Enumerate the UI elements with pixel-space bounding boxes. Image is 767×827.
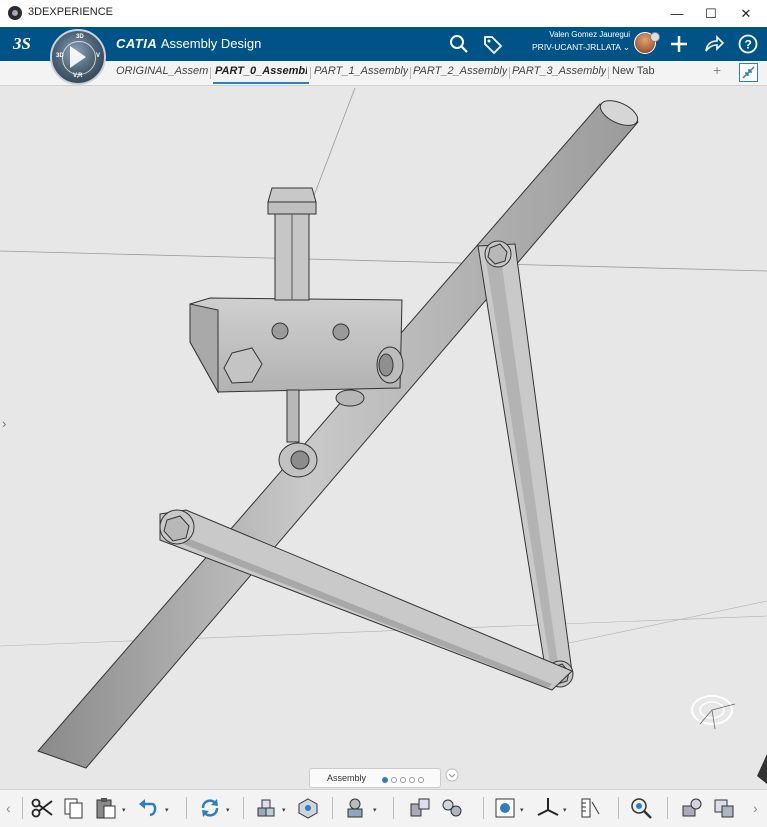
user-name: Valen Gomez Jauregui [549, 30, 630, 39]
toolbar-divider [393, 797, 394, 819]
compass-bottom-label: V,R [73, 73, 83, 79]
tab-divider [509, 67, 510, 79]
undo-icon[interactable] [136, 796, 160, 820]
clash-icon[interactable] [440, 796, 464, 820]
toolbar-divider [243, 797, 244, 819]
pagination-dot[interactable] [391, 777, 397, 783]
plane-line [0, 250, 767, 272]
toolbar-divider [667, 797, 668, 819]
3d-model-scene[interactable] [0, 86, 767, 789]
compass-axis-icon[interactable] [536, 796, 560, 820]
app-name: Assembly Design [160, 36, 262, 51]
compass-top-label: 3D [76, 34, 84, 40]
share-icon[interactable] [703, 33, 725, 55]
svg-text:?: ? [745, 38, 752, 52]
pagination-dot-active[interactable] [382, 777, 388, 783]
compass-left-label: 3D [56, 53, 64, 59]
close-button[interactable]: ✕ [731, 0, 761, 27]
top-bar: 3S CATIA Assembly Design Valen Gomez Jau… [0, 27, 767, 61]
tab-bar: ORIGINAL_Assemb PART_0_Assembly PART_1_A… [0, 61, 767, 86]
manage-icon[interactable] [712, 796, 736, 820]
insert-product-icon[interactable] [254, 796, 278, 820]
tag-icon[interactable] [482, 33, 504, 55]
minimize-button[interactable]: — [662, 0, 692, 27]
measure-icon[interactable] [578, 796, 602, 820]
action-bar-pagination[interactable] [382, 775, 427, 785]
pagination-dot[interactable] [418, 777, 424, 783]
undo-dropdown-icon[interactable]: ▾ [165, 806, 169, 814]
section-dropdown-icon[interactable]: ▾ [520, 806, 524, 814]
cut-icon[interactable] [30, 796, 54, 820]
app-brand: CATIA [116, 36, 158, 51]
app-title: CATIA Assembly Design [116, 36, 261, 51]
help-icon[interactable]: ? [737, 33, 759, 55]
paste-icon[interactable] [94, 796, 118, 820]
engineering-connection-dropdown-icon[interactable]: ▾ [373, 806, 377, 814]
paste-dropdown-icon[interactable]: ▾ [122, 806, 126, 814]
play-icon[interactable] [70, 46, 86, 68]
engineering-connection-icon[interactable] [343, 796, 367, 820]
maximize-button[interactable]: ☐ [696, 0, 726, 27]
action-bar-section-selector[interactable]: Assembly [309, 768, 441, 788]
update-icon[interactable] [198, 796, 222, 820]
right-link-arm[interactable] [477, 240, 574, 688]
tab-divider [210, 67, 211, 79]
toolbar-divider [22, 797, 23, 819]
search-icon[interactable] [448, 33, 470, 55]
copy-icon[interactable] [62, 796, 86, 820]
insert-product-dropdown-icon[interactable]: ▾ [282, 806, 286, 814]
tab-part-0-assembly[interactable]: PART_0_Assembly [215, 65, 307, 77]
publish-icon[interactable] [680, 796, 704, 820]
user-info[interactable]: Valen Gomez Jauregui PRIV-UCANT-JRLLATA … [520, 30, 630, 53]
tab-original-assembly[interactable]: ORIGINAL_Assemb [116, 65, 208, 77]
collapse-icon[interactable] [739, 63, 758, 82]
3ds-logo-icon[interactable]: 3S [12, 32, 38, 59]
add-icon[interactable] [668, 33, 690, 55]
3d-viewport[interactable]: › [0, 86, 767, 789]
compass-right-label: V [96, 53, 101, 59]
collab-space: PRIV-UCANT-JRLLATA [532, 42, 621, 52]
tab-part-2-assembly[interactable]: PART_2_Assembly_ [413, 65, 507, 77]
pagination-dot[interactable] [400, 777, 406, 783]
zoom-icon[interactable] [629, 796, 653, 820]
chevron-down-icon[interactable]: ⌄ [623, 42, 630, 52]
toolbar-divider [186, 797, 187, 819]
3dexperience-app-icon [8, 6, 22, 20]
svg-text:3S: 3S [12, 34, 31, 53]
tab-new-tab[interactable]: New Tab [612, 65, 672, 77]
toolbar-divider [618, 797, 619, 819]
toolbar-divider [332, 797, 333, 819]
left-panel-toggle-icon[interactable]: › [2, 416, 6, 431]
scroll-left-icon[interactable]: ‹ [6, 800, 11, 816]
tab-divider [310, 67, 311, 79]
avatar-status-icon [650, 32, 660, 42]
existing-component-icon[interactable] [296, 796, 320, 820]
action-bar-section-label: Assembly [327, 773, 367, 783]
toolbar-divider [483, 797, 484, 819]
scroll-right-icon[interactable]: › [753, 800, 758, 816]
add-tab-button[interactable]: + [713, 62, 721, 78]
resize-grip-icon[interactable] [757, 754, 767, 784]
tab-part-3-assembly[interactable]: PART_3_Assembly_ [512, 65, 606, 77]
tab-divider [410, 67, 411, 79]
compass-axis-dropdown-icon[interactable]: ▾ [563, 806, 567, 814]
pagination-dot[interactable] [409, 777, 415, 783]
tab-part-1-assembly[interactable]: PART_1_Assembly_ [314, 65, 408, 77]
expand-action-bar-icon[interactable] [445, 768, 459, 782]
update-dropdown-icon[interactable]: ▾ [226, 806, 230, 814]
tab-divider [608, 67, 609, 79]
active-tab-indicator [213, 82, 309, 84]
plane-line [554, 600, 767, 647]
action-bar: ‹ ▾ ▾ ▾ ▾ ▾ ▾ ▾ › [0, 789, 767, 827]
window-title-bar: 3DEXPERIENCE — ☐ ✕ [0, 0, 767, 28]
section-icon[interactable] [493, 796, 517, 820]
view-orientation-icon[interactable] [691, 695, 736, 730]
compass-widget[interactable]: 3D 3D V V,R [50, 29, 106, 85]
window-title: 3DEXPERIENCE [28, 6, 113, 18]
explode-icon[interactable] [408, 796, 432, 820]
